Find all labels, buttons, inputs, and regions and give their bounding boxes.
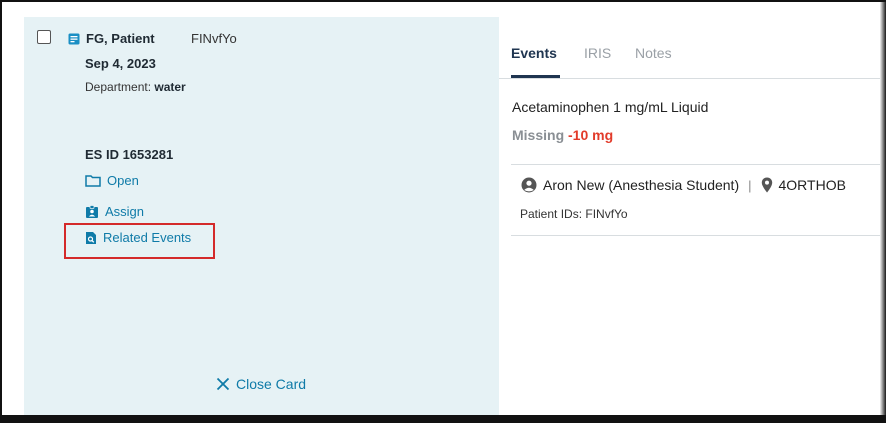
patient-fin: FINvfYo bbox=[191, 31, 237, 46]
app-frame: FG, Patient FINvfYo Sep 4, 2023 Departme… bbox=[0, 0, 886, 423]
event-date: Sep 4, 2023 bbox=[85, 56, 156, 71]
select-checkbox[interactable] bbox=[37, 30, 51, 44]
department-value: water bbox=[154, 80, 186, 94]
department-label: Department: bbox=[85, 80, 152, 94]
highlight-annotation bbox=[64, 223, 215, 259]
close-card-button[interactable]: Close Card bbox=[216, 376, 306, 392]
note-icon bbox=[68, 33, 80, 45]
status-value: -10 mg bbox=[568, 127, 614, 143]
location-pin-icon bbox=[761, 177, 772, 193]
separator: | bbox=[748, 177, 752, 193]
divider bbox=[511, 164, 885, 165]
user-icon bbox=[521, 177, 537, 193]
user-name: Aron New (Anesthesia Student) bbox=[543, 177, 740, 193]
detail-tabs: Events IRIS Notes bbox=[499, 17, 882, 79]
location: 4ORTHOB bbox=[778, 177, 846, 193]
discrepancy-status: Missing -10 mg bbox=[512, 127, 613, 143]
window-edge bbox=[880, 2, 886, 421]
divider bbox=[511, 235, 885, 236]
close-card-label: Close Card bbox=[236, 376, 307, 392]
open-label: Open bbox=[107, 173, 139, 188]
close-icon bbox=[216, 377, 230, 391]
status-label: Missing bbox=[512, 127, 565, 143]
folder-icon bbox=[85, 175, 101, 187]
active-tab-indicator bbox=[511, 75, 560, 78]
open-link[interactable]: Open bbox=[85, 173, 139, 188]
event-card: FG, Patient FINvfYo Sep 4, 2023 Departme… bbox=[24, 17, 499, 417]
patient-name: FG, Patient bbox=[86, 31, 155, 46]
medication-name: Acetaminophen 1 mg/mL Liquid bbox=[512, 99, 709, 115]
patient-ids: Patient IDs: FINvfYo bbox=[520, 207, 628, 221]
window-edge bbox=[2, 415, 886, 421]
tab-notes[interactable]: Notes bbox=[635, 45, 672, 61]
tab-iris[interactable]: IRIS bbox=[584, 45, 611, 61]
department: Department: water bbox=[85, 80, 186, 94]
assign-label: Assign bbox=[105, 204, 145, 219]
assign-link[interactable]: Assign bbox=[85, 204, 144, 219]
assign-icon bbox=[86, 204, 98, 218]
event-user-row: Aron New (Anesthesia Student) | 4ORTHOB bbox=[521, 177, 846, 193]
tab-events[interactable]: Events bbox=[511, 45, 557, 61]
es-id: ES ID 1653281 bbox=[85, 147, 174, 162]
